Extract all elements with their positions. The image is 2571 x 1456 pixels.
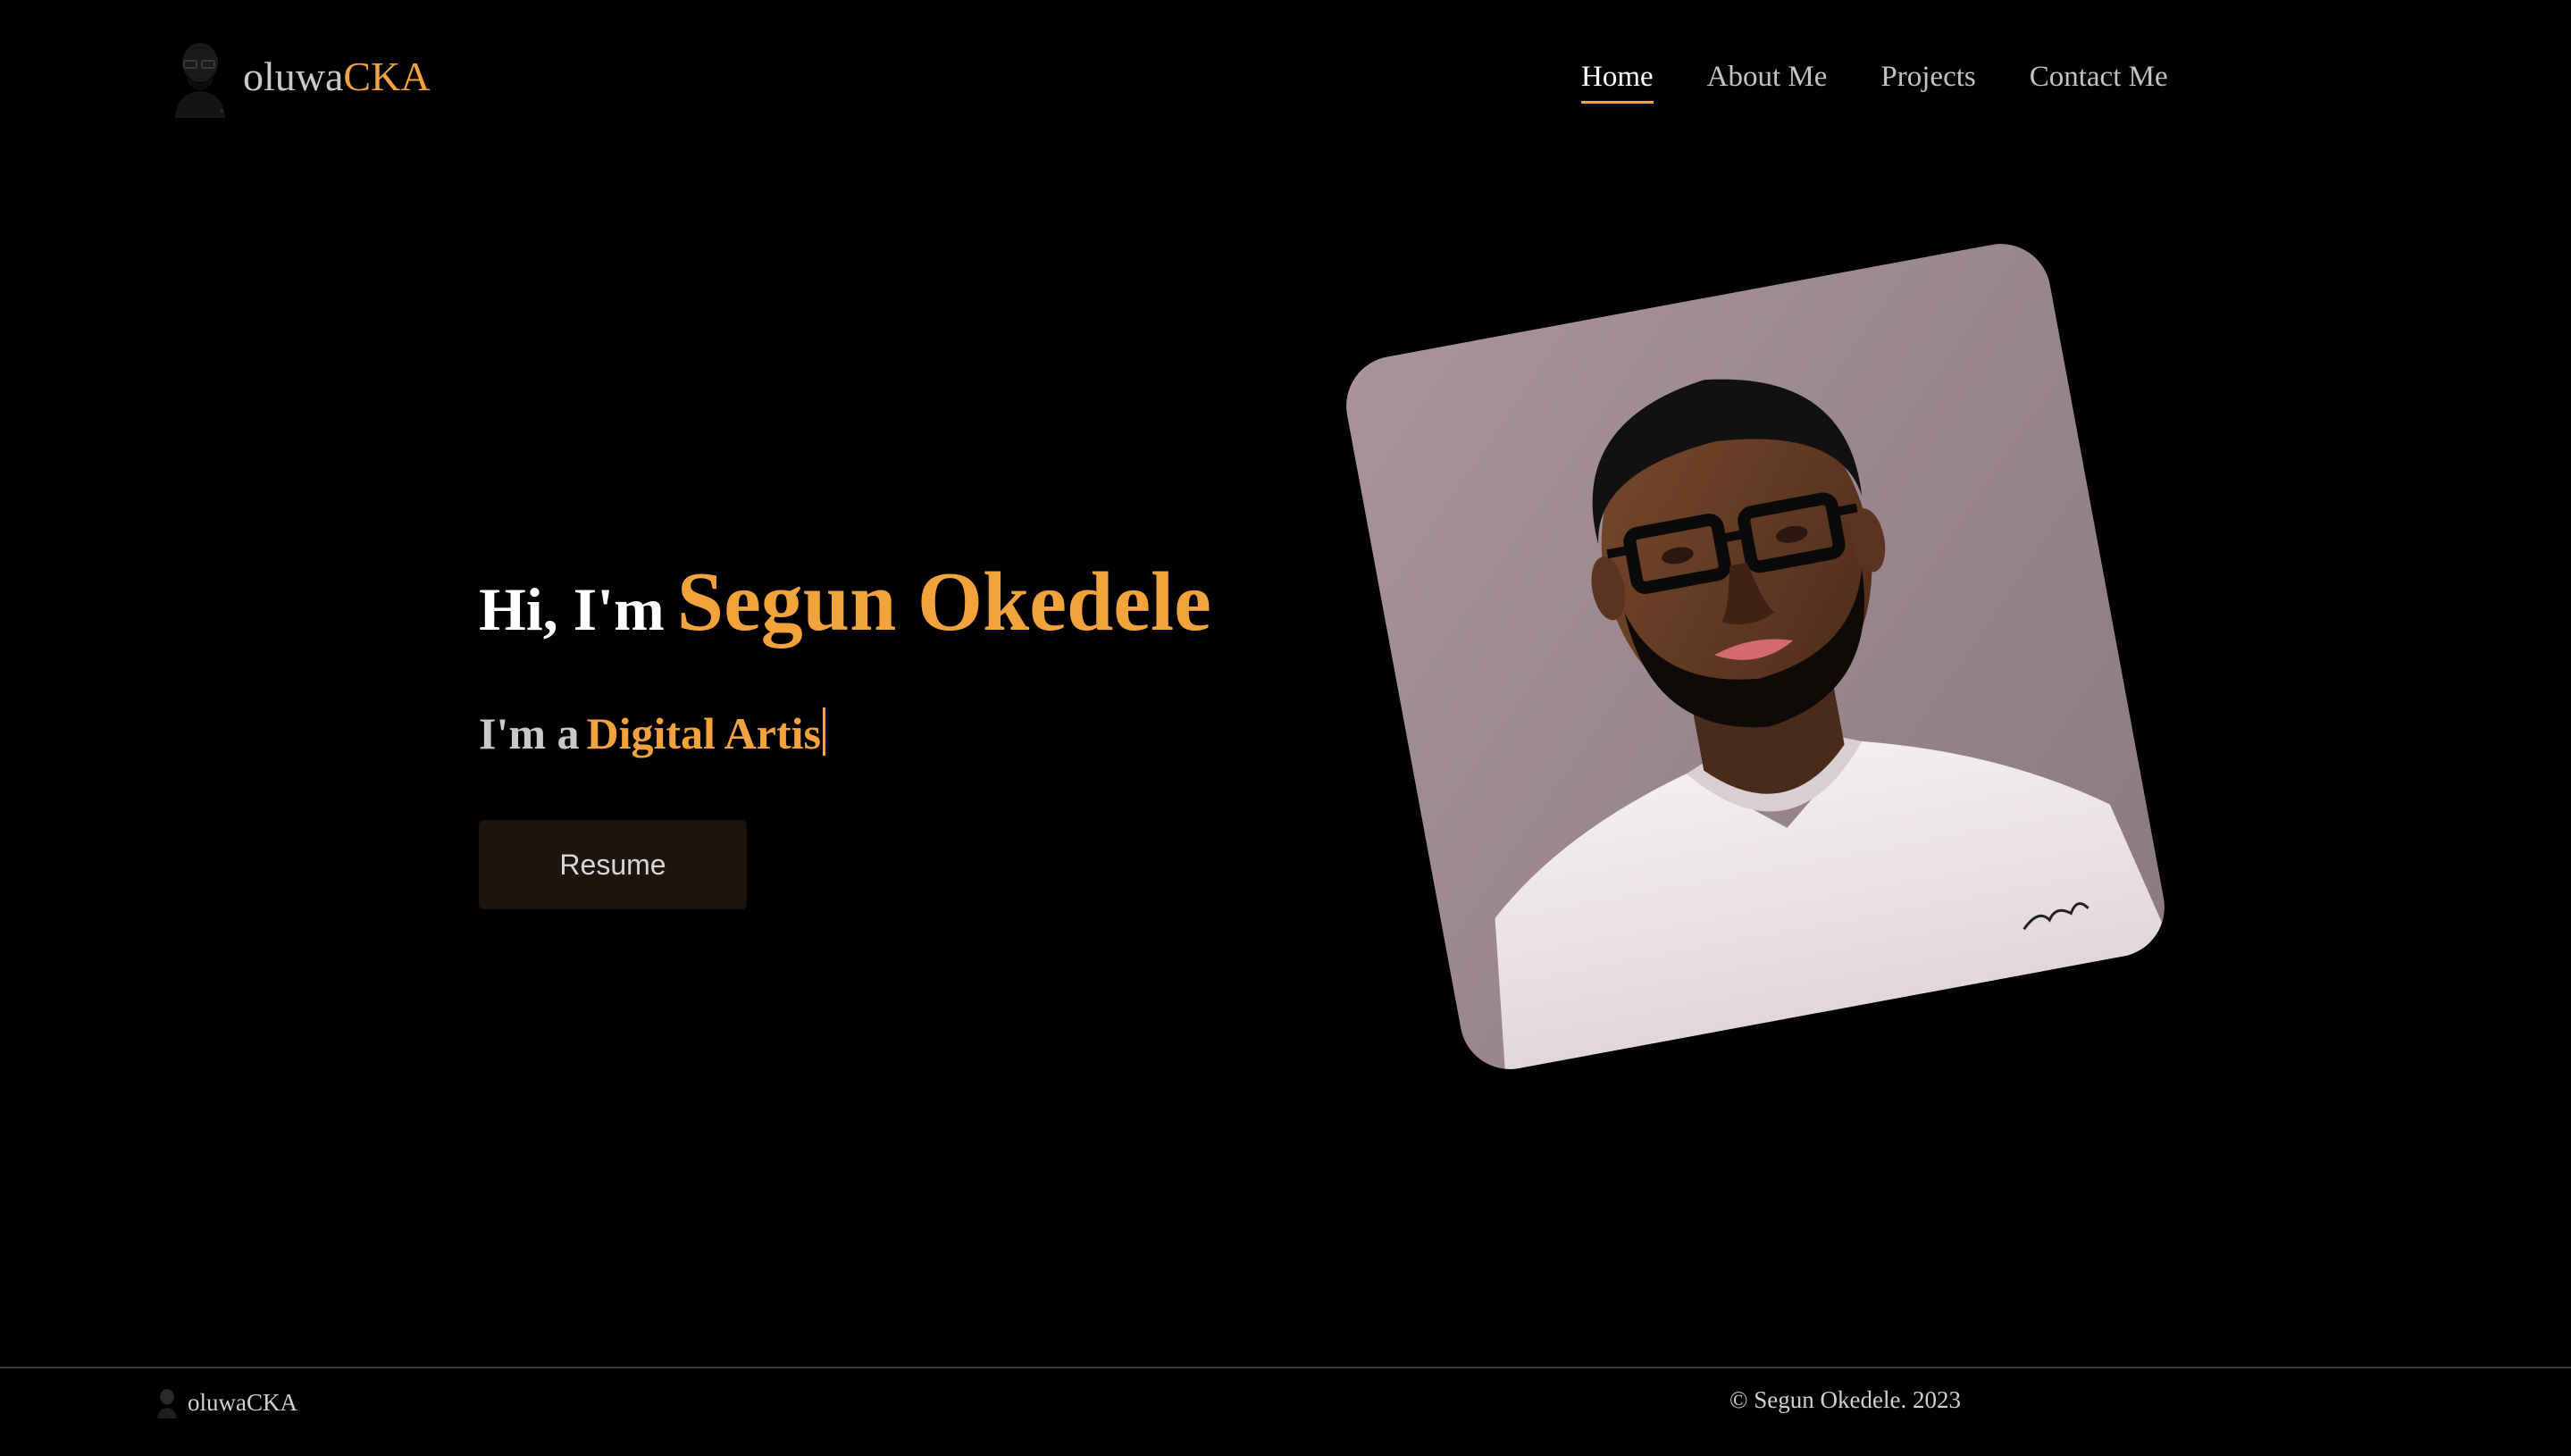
role-typed-text: Digital Artis <box>586 708 821 758</box>
profile-portrait <box>1337 235 2173 1078</box>
role-prefix: I'm a <box>479 708 580 758</box>
nav-about-me[interactable]: About Me <box>1707 63 1828 104</box>
hero-title: Hi, I'm Segun Okedele <box>479 554 1211 650</box>
resume-button[interactable]: Resume <box>479 820 747 909</box>
avatar-logo-icon <box>157 1389 177 1418</box>
nav-contact-me[interactable]: Contact Me <box>2030 63 2168 104</box>
avatar-logo-icon <box>175 43 225 118</box>
page: oluwaCKA Home About Me Projects Contact … <box>0 0 2571 1456</box>
footer-brand[interactable]: oluwaCKA <box>154 1386 297 1418</box>
footer-divider <box>0 1367 2571 1368</box>
main-nav: Home About Me Projects Contact Me <box>1581 63 2168 104</box>
footer-brand-name: oluwaCKA <box>188 1388 297 1416</box>
hero-greeting: Hi, I'm <box>479 575 665 643</box>
nav-home[interactable]: Home <box>1581 63 1654 104</box>
brand-name-accent: CKA <box>343 54 431 99</box>
hero-name: Segun Okedele <box>676 556 1211 649</box>
brand-logo[interactable]: oluwaCKA <box>168 36 431 118</box>
portrait-illustration <box>1337 235 2173 1078</box>
footer-copyright: © Segun Okedele. 2023 <box>1729 1386 1961 1413</box>
nav-projects[interactable]: Projects <box>1880 63 1975 104</box>
brand-name: oluwaCKA <box>243 56 431 97</box>
hero-subtitle: I'm a Digital Artis <box>479 707 825 759</box>
brand-name-prefix: oluwa <box>243 54 344 99</box>
typing-caret <box>822 707 825 756</box>
